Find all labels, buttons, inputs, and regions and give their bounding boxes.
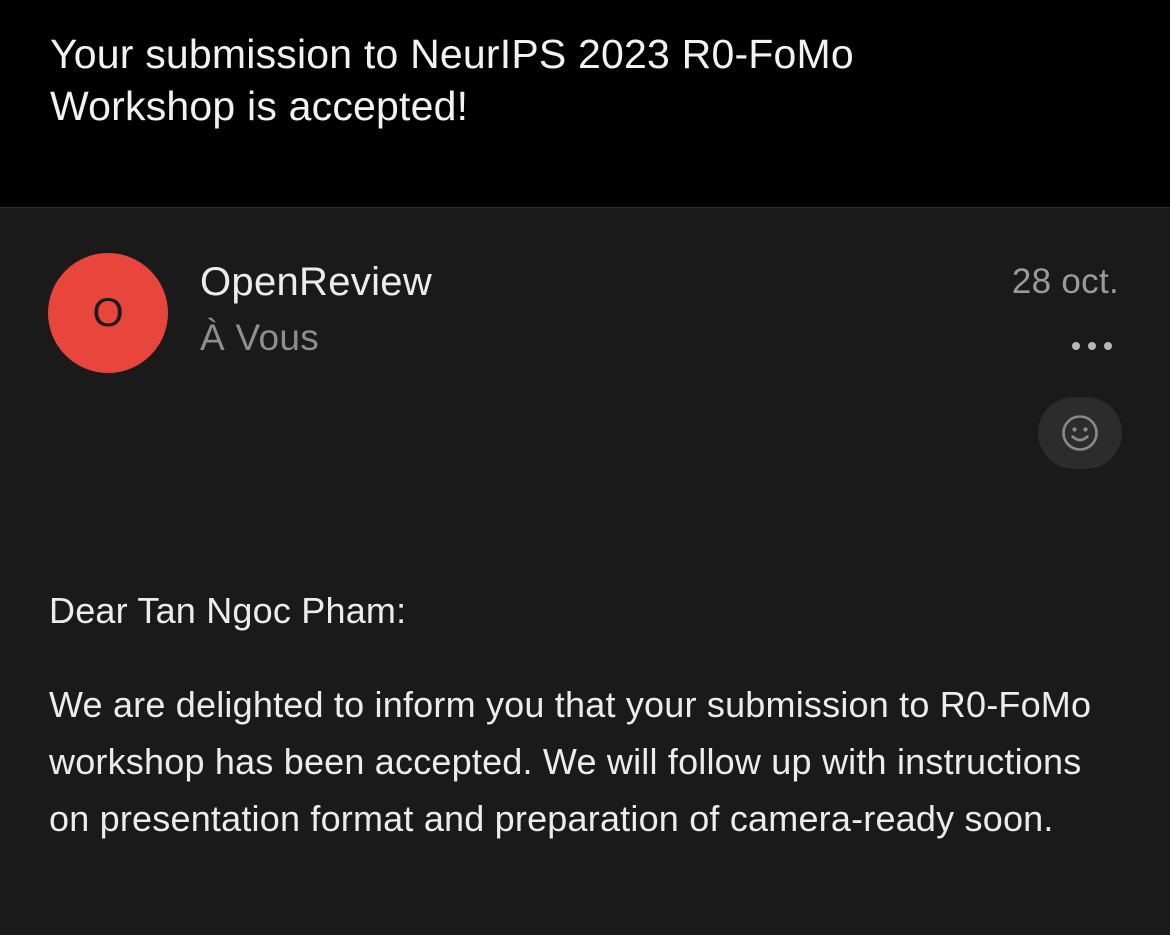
ellipsis-dot [1088, 342, 1096, 350]
email-subject: Your submission to NeurIPS 2023 R0-FoMo … [50, 31, 854, 129]
email-paragraph: We are delighted to inform you that your… [49, 684, 1092, 839]
sender-avatar[interactable]: O [48, 253, 168, 373]
smiley-icon [1062, 415, 1098, 451]
avatar-initial: O [92, 290, 124, 335]
recipient-label[interactable]: À Vous [200, 314, 319, 362]
email-greeting: Dear Tan Ngoc Pham: [49, 590, 407, 631]
email-content: O OpenReview À Vous 28 oct. Dear Tan Ngo… [0, 208, 1170, 935]
email-date: 28 oct. [1011, 262, 1119, 301]
ellipsis-icon[interactable] [1072, 336, 1112, 356]
add-reaction-button[interactable] [1038, 397, 1122, 469]
email-header: Your submission to NeurIPS 2023 R0-FoMo … [0, 0, 1170, 208]
sender-name[interactable]: OpenReview [200, 258, 432, 306]
email-body: Dear Tan Ngoc Pham: We are delighted to … [49, 582, 1124, 847]
ellipsis-dot [1072, 342, 1080, 350]
ellipsis-dot [1104, 342, 1112, 350]
